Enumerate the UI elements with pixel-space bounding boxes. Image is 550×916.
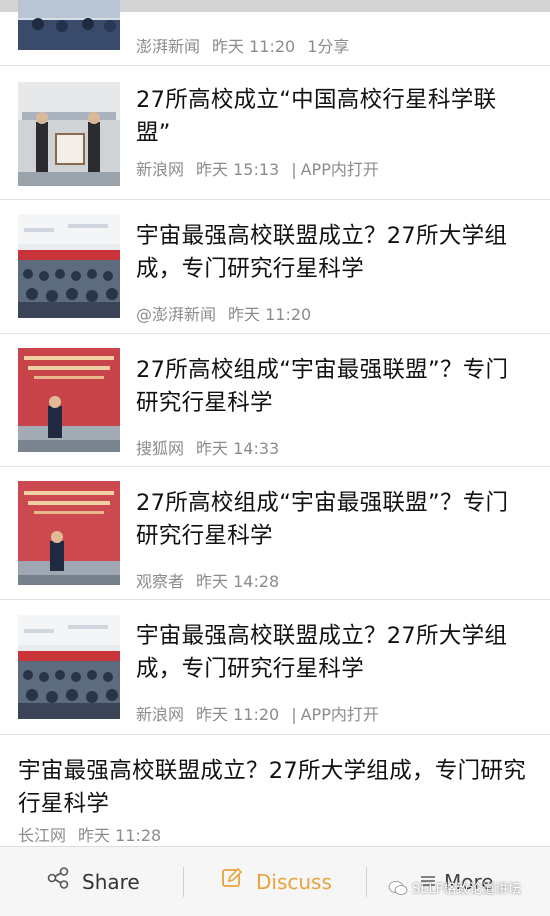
- news-thumbnail: [18, 481, 120, 585]
- news-meta: @澎湃新闻 昨天 11:20: [136, 301, 323, 325]
- news-meta: 观察者 昨天 14:28: [136, 568, 291, 592]
- news-card[interactable]: 宇宙最强高校联盟成立？27所大学组成，专门研究行星科学 新浪网 昨天 11:20 |…: [0, 600, 550, 735]
- news-card[interactable]: 宇宙最强高校联盟成立？27所大学组成，专门研究行星科学 长江网 昨天 11:28: [0, 735, 550, 850]
- news-source: 长江网: [18, 826, 67, 845]
- open-in-app-link[interactable]: APP内打开: [301, 160, 379, 179]
- news-thumbnail: [18, 214, 120, 318]
- news-thumbnail: [18, 615, 120, 719]
- news-thumbnail: [18, 0, 120, 50]
- edit-icon: [220, 866, 244, 898]
- news-time: 昨天 11:20: [196, 705, 280, 724]
- news-title[interactable]: 宇宙最强高校联盟成立？27所大学组成，专门研究行星科学: [136, 220, 528, 286]
- news-source: @澎湃新闻: [136, 305, 217, 324]
- news-thumbnail: [18, 348, 120, 452]
- news-thumbnail: [18, 82, 120, 186]
- news-source: 搜狐网: [136, 439, 185, 458]
- bar-divider: [183, 867, 184, 897]
- meta-separator: |: [291, 705, 297, 724]
- news-title[interactable]: 27所高校组成“宇宙最强联盟”？专门研究行星科学: [136, 354, 528, 420]
- news-source: 观察者: [136, 572, 185, 591]
- news-share-count: 1分享: [307, 37, 350, 56]
- open-in-app-link[interactable]: APP内打开: [301, 705, 379, 724]
- news-time: 昨天 14:33: [196, 439, 280, 458]
- news-title[interactable]: 27所高校组成“宇宙最强联盟”？专门研究行星科学: [136, 487, 528, 553]
- watermark-text: SELF格致论道讲坛: [412, 882, 522, 897]
- news-time: 昨天 15:13: [196, 160, 280, 179]
- news-time: 昨天 11:28: [78, 826, 162, 845]
- share-icon: [46, 866, 70, 898]
- news-meta: 长江网 昨天 11:28: [18, 822, 173, 846]
- news-source: 新浪网: [136, 705, 185, 724]
- share-label: Share: [82, 870, 140, 894]
- news-meta: 搜狐网 昨天 14:33: [136, 435, 291, 459]
- news-meta: 澎湃新闻 昨天 11:20 1分享: [136, 33, 361, 57]
- discuss-button[interactable]: Discuss: [220, 867, 332, 897]
- news-card[interactable]: 27所高校成立“中国高校行星科学联盟” 新浪网 昨天 15:13 | APP内打开: [0, 66, 550, 200]
- news-title[interactable]: 宇宙最强高校联盟成立？27所大学组成，专门研究行星科学: [18, 755, 530, 821]
- news-title[interactable]: 宇宙最强高校联盟成立？27所大学组成，专门研究行星科学: [136, 620, 528, 686]
- news-card[interactable]: 27所高校组成“宇宙最强联盟”？专门研究行星科学 搜狐网 昨天 14:33: [0, 334, 550, 467]
- news-source: 澎湃新闻: [136, 37, 201, 56]
- share-button[interactable]: Share: [46, 867, 140, 897]
- wechat-icon: [388, 880, 408, 895]
- bar-divider: [366, 867, 367, 897]
- news-card[interactable]: 宇宙最强高校联盟成立？27所大学组成，专门研究行星科学 @澎湃新闻 昨天 11:2…: [0, 200, 550, 334]
- watermark: SELF格致论道讲坛: [388, 878, 521, 897]
- news-source: 新浪网: [136, 160, 185, 179]
- news-card[interactable]: 澎湃新闻 昨天 11:20 1分享: [0, 0, 550, 66]
- meta-separator: |: [291, 160, 297, 179]
- discuss-label: Discuss: [256, 870, 332, 894]
- news-meta: 新浪网 昨天 15:13 | APP内打开: [136, 156, 391, 180]
- news-time: 昨天 11:20: [212, 37, 296, 56]
- news-title[interactable]: 27所高校成立“中国高校行星科学联盟”: [136, 84, 528, 150]
- news-time: 昨天 11:20: [228, 305, 312, 324]
- news-time: 昨天 14:28: [196, 572, 280, 591]
- news-meta: 新浪网 昨天 11:20 | APP内打开: [136, 701, 391, 725]
- news-card[interactable]: 27所高校组成“宇宙最强联盟”？专门研究行星科学 观察者 昨天 14:28: [0, 467, 550, 600]
